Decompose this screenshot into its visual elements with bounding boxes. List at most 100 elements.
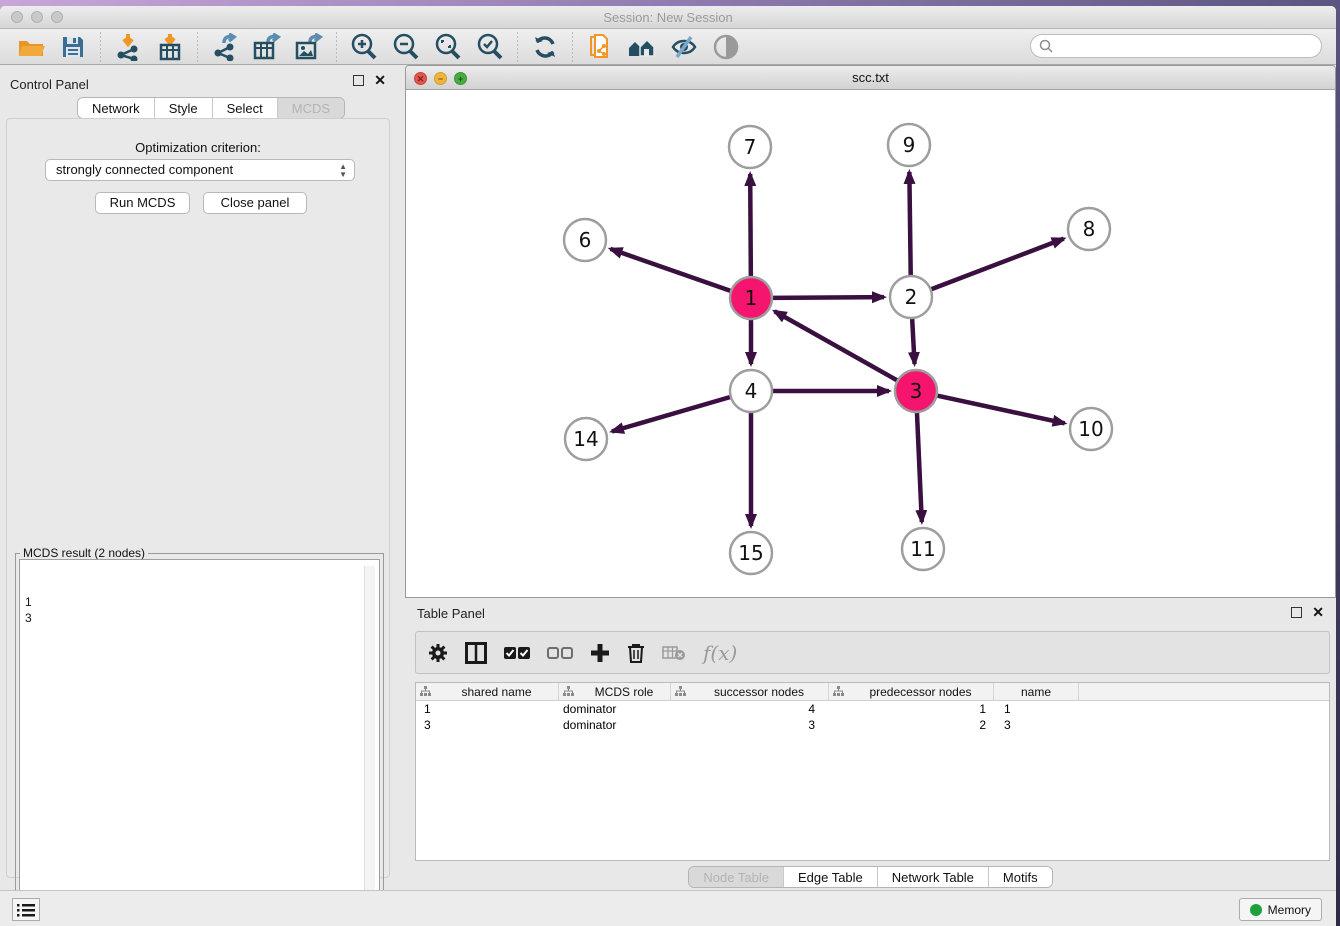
criterion-select[interactable]: strongly connected component ▲▼ (45, 159, 355, 181)
gear-icon[interactable] (428, 643, 448, 663)
node-8[interactable]: 8 (1068, 208, 1110, 250)
node-2[interactable]: 2 (890, 276, 932, 318)
edge-1-7[interactable] (750, 174, 751, 276)
export-image-icon[interactable] (294, 32, 324, 62)
edge-1-6[interactable] (610, 249, 730, 291)
function-builder-icon[interactable]: f(x) (703, 641, 737, 665)
column-header-MCDS-role[interactable]: MCDS role (559, 683, 671, 700)
import-table-icon[interactable] (155, 32, 185, 62)
mcds-result-list[interactable]: 13 (19, 559, 380, 926)
float-panel-icon[interactable] (353, 75, 364, 86)
edge-2-3[interactable] (912, 319, 914, 364)
edge-4-14[interactable] (612, 397, 730, 431)
tab-mcds[interactable]: MCDS (278, 98, 344, 118)
tab-style[interactable]: Style (155, 98, 213, 118)
cell[interactable]: 3 (671, 717, 829, 733)
cell[interactable]: 3 (416, 717, 559, 733)
node-table[interactable]: shared nameMCDS rolesuccessor nodesprede… (415, 682, 1330, 861)
edge-3-10[interactable] (937, 396, 1064, 424)
tab-network[interactable]: Network (78, 98, 155, 118)
edge-1-2[interactable] (773, 297, 884, 298)
svg-text:3: 3 (910, 379, 923, 403)
split-columns-icon[interactable] (465, 642, 487, 664)
tab-motifs[interactable]: Motifs (989, 867, 1052, 887)
node-1[interactable]: 1 (730, 277, 772, 319)
hide-selected-icon[interactable] (669, 32, 699, 62)
export-table-icon[interactable] (252, 32, 282, 62)
save-session-icon[interactable] (58, 32, 88, 62)
close-window-button[interactable] (11, 11, 23, 23)
delete-table-icon[interactable] (662, 645, 686, 661)
network-window-titlebar[interactable]: ✕ − + scc.txt (406, 66, 1335, 90)
import-network-icon[interactable] (113, 32, 143, 62)
cell[interactable]: dominator (559, 701, 671, 717)
float-table-panel-icon[interactable] (1291, 607, 1302, 618)
column-header-name[interactable]: name (994, 683, 1079, 700)
result-scrollbar[interactable] (364, 566, 375, 922)
edge-3-11[interactable] (917, 413, 922, 522)
tab-select[interactable]: Select (213, 98, 278, 118)
export-network-icon[interactable] (210, 32, 240, 62)
node-6[interactable]: 6 (564, 219, 606, 261)
refresh-layout-icon[interactable] (530, 32, 560, 62)
run-mcds-button[interactable]: Run MCDS (95, 192, 190, 214)
cell[interactable]: 3 (994, 717, 1079, 733)
node-10[interactable]: 10 (1070, 408, 1112, 450)
zoom-out-icon[interactable] (391, 32, 421, 62)
clear-checkboxes-icon[interactable] (547, 646, 573, 660)
edge-2-9[interactable] (909, 172, 910, 275)
minimize-network-button[interactable]: − (434, 72, 447, 85)
cell[interactable]: 2 (829, 717, 994, 733)
column-header-successor-nodes[interactable]: successor nodes (671, 683, 829, 700)
node-14[interactable]: 14 (565, 418, 607, 460)
svg-text:14: 14 (573, 427, 598, 451)
control-panel: Control Panel ✕ NetworkStyleSelectMCDS O… (0, 65, 396, 890)
node-7[interactable]: 7 (729, 126, 771, 168)
table-row[interactable]: 3dominator323 (416, 717, 1329, 733)
table-panel: Table Panel ✕ f(x) shared nameMCDS rol (405, 601, 1336, 896)
add-column-icon[interactable] (590, 643, 610, 663)
memory-button[interactable]: Memory (1239, 898, 1322, 921)
hierarchy-icon (559, 686, 578, 697)
zoom-window-button[interactable] (51, 11, 63, 23)
delete-column-icon[interactable] (627, 643, 645, 663)
network-canvas[interactable]: 7 9 6 8 1 2 4 3 14 10 15 11 (406, 90, 1335, 597)
close-panel-icon[interactable]: ✕ (374, 75, 386, 86)
tab-network-table[interactable]: Network Table (878, 867, 989, 887)
cell[interactable]: 1 (416, 701, 559, 717)
edge-2-8[interactable] (932, 239, 1064, 290)
cell[interactable]: 4 (671, 701, 829, 717)
clone-network-icon[interactable] (585, 32, 615, 62)
node-4[interactable]: 4 (730, 370, 772, 412)
search-field[interactable] (1030, 34, 1322, 58)
search-input[interactable] (1053, 39, 1321, 53)
tab-edge-table[interactable]: Edge Table (784, 867, 878, 887)
close-panel-button[interactable]: Close panel (203, 192, 307, 214)
session-title: Session: New Session (0, 6, 1336, 29)
node-11[interactable]: 11 (902, 528, 944, 570)
zoom-in-icon[interactable] (349, 32, 379, 62)
zoom-fit-icon[interactable] (433, 32, 463, 62)
open-session-icon[interactable] (16, 32, 46, 62)
tab-node-table[interactable]: Node Table (689, 867, 784, 887)
node-9[interactable]: 9 (888, 124, 930, 166)
table-row[interactable]: 1dominator411 (416, 701, 1329, 717)
close-network-button[interactable]: ✕ (414, 72, 427, 85)
node-3[interactable]: 3 (895, 370, 937, 412)
maximize-network-button[interactable]: + (454, 72, 467, 85)
cell[interactable]: dominator (559, 717, 671, 733)
edge-3-1[interactable] (775, 311, 897, 380)
select-all-checkboxes-icon[interactable] (504, 646, 530, 660)
show-all-icon[interactable] (711, 32, 741, 62)
network-graph[interactable]: 7 9 6 8 1 2 4 3 14 10 15 11 (406, 90, 1335, 597)
minimize-window-button[interactable] (31, 11, 43, 23)
node-15[interactable]: 15 (730, 532, 772, 574)
task-history-button[interactable] (12, 898, 40, 921)
home-layout-icon[interactable] (627, 32, 657, 62)
cell[interactable]: 1 (994, 701, 1079, 717)
close-table-panel-icon[interactable]: ✕ (1312, 607, 1324, 618)
column-header-shared-name[interactable]: shared name (416, 683, 559, 700)
zoom-selected-icon[interactable] (475, 32, 505, 62)
cell[interactable]: 1 (829, 701, 994, 717)
column-header-predecessor-nodes[interactable]: predecessor nodes (829, 683, 994, 700)
